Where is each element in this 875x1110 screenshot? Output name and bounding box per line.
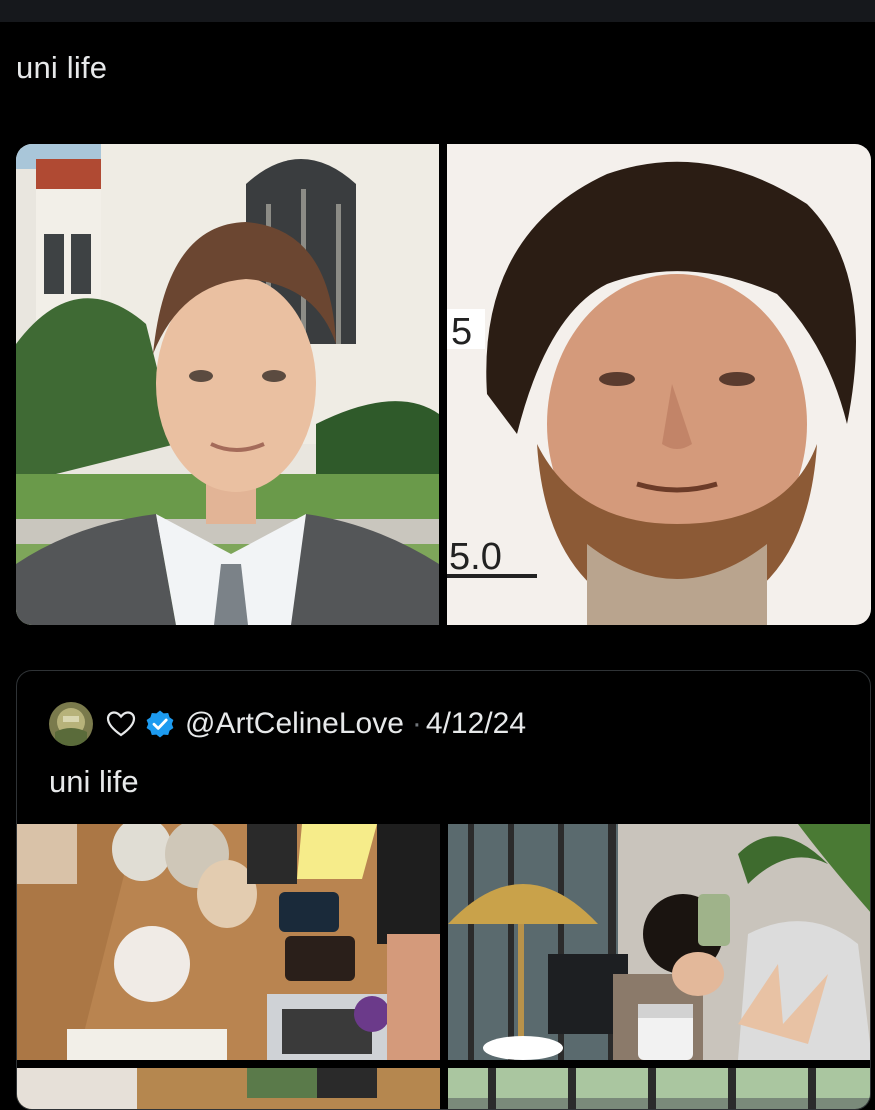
top-bar: [0, 0, 875, 22]
quoted-tweet-header: @ArtCelineLove · 4/12/24: [49, 701, 526, 747]
quoted-tweet-text: uni life: [49, 764, 139, 799]
quoted-handle[interactable]: @ArtCelineLove: [185, 707, 404, 741]
heart-icon: [106, 711, 136, 737]
quoted-photo-4[interactable]: [448, 1068, 870, 1109]
avatar[interactable]: [49, 702, 93, 746]
post-text: uni life: [16, 50, 108, 85]
post-photo-2[interactable]: 5 5.0: [447, 144, 871, 625]
verified-badge-icon: [146, 710, 174, 738]
quoted-photo-1[interactable]: [17, 824, 440, 1060]
quoted-tweet-card[interactable]: @ArtCelineLove · 4/12/24 uni life: [16, 670, 871, 1110]
separator-dot: ·: [411, 707, 422, 740]
quoted-photo-2[interactable]: [448, 824, 870, 1060]
quoted-photo-3[interactable]: [17, 1068, 440, 1109]
svg-text:5.0: 5.0: [449, 536, 502, 578]
quoted-date[interactable]: 4/12/24: [426, 707, 526, 741]
svg-text:5: 5: [451, 311, 472, 353]
post-photo-1[interactable]: [16, 144, 439, 625]
